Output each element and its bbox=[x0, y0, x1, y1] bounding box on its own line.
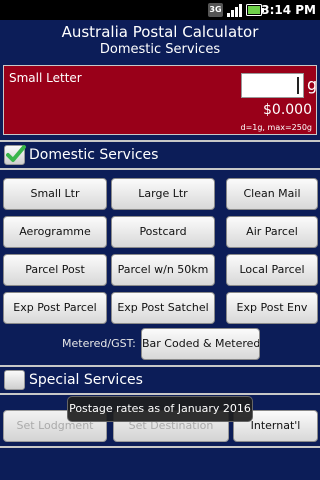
special-services-label: Special Services bbox=[29, 372, 143, 388]
weight-unit: g bbox=[307, 75, 318, 94]
price-display: $0.000 bbox=[263, 102, 312, 118]
app-title: Australia Postal Calculator bbox=[61, 23, 259, 41]
postcard-button[interactable]: Postcard bbox=[111, 216, 215, 248]
special-services-header[interactable]: Special Services bbox=[0, 365, 320, 395]
toast-message: Postage rates as of January 2016 bbox=[67, 396, 253, 422]
service-label: Small Letter bbox=[9, 71, 82, 85]
text-cursor bbox=[297, 77, 299, 94]
clock: 3:14 PM bbox=[261, 3, 316, 17]
divider bbox=[0, 446, 320, 448]
signal-strength-icon bbox=[227, 4, 242, 17]
weight-input-panel: Small Letter g $0.000 d=1g, max=250g bbox=[3, 65, 317, 135]
bar-coded-metered-button[interactable]: Bar Coded & Metered bbox=[141, 328, 260, 360]
express-post-parcel-button[interactable]: Exp Post Parcel bbox=[3, 292, 107, 324]
air-parcel-button[interactable]: Air Parcel bbox=[226, 216, 318, 248]
local-parcel-button[interactable]: Local Parcel bbox=[226, 254, 318, 286]
domestic-services-header[interactable]: Domestic Services bbox=[0, 140, 320, 170]
aerogramme-button[interactable]: Aerogramme bbox=[3, 216, 107, 248]
weight-input[interactable] bbox=[241, 73, 304, 98]
metered-gst-label: Metered/GST: bbox=[62, 337, 136, 350]
large-letter-button[interactable]: Large Ltr bbox=[111, 178, 215, 210]
special-services-checkbox[interactable] bbox=[4, 370, 25, 390]
app-header: Australia Postal Calculator Domestic Ser… bbox=[0, 20, 320, 63]
small-letter-button[interactable]: Small Ltr bbox=[3, 178, 107, 210]
parcel-post-button[interactable]: Parcel Post bbox=[3, 254, 107, 286]
domestic-services-checkbox[interactable] bbox=[4, 145, 26, 165]
clean-mail-button[interactable]: Clean Mail bbox=[226, 178, 318, 210]
app-subtitle: Domestic Services bbox=[99, 42, 221, 57]
parcel-within-50km-button[interactable]: Parcel w/n 50km bbox=[111, 254, 215, 286]
network-3g-icon: 3G bbox=[208, 3, 223, 17]
express-post-envelope-button[interactable]: Exp Post Env bbox=[226, 292, 318, 324]
checkmark-icon bbox=[6, 145, 26, 162]
weight-range-note: d=1g, max=250g bbox=[240, 123, 312, 132]
status-bar: 3G 3:14 PM bbox=[0, 0, 320, 20]
express-post-satchel-button[interactable]: Exp Post Satchel bbox=[111, 292, 215, 324]
domestic-services-label: Domestic Services bbox=[29, 147, 159, 163]
